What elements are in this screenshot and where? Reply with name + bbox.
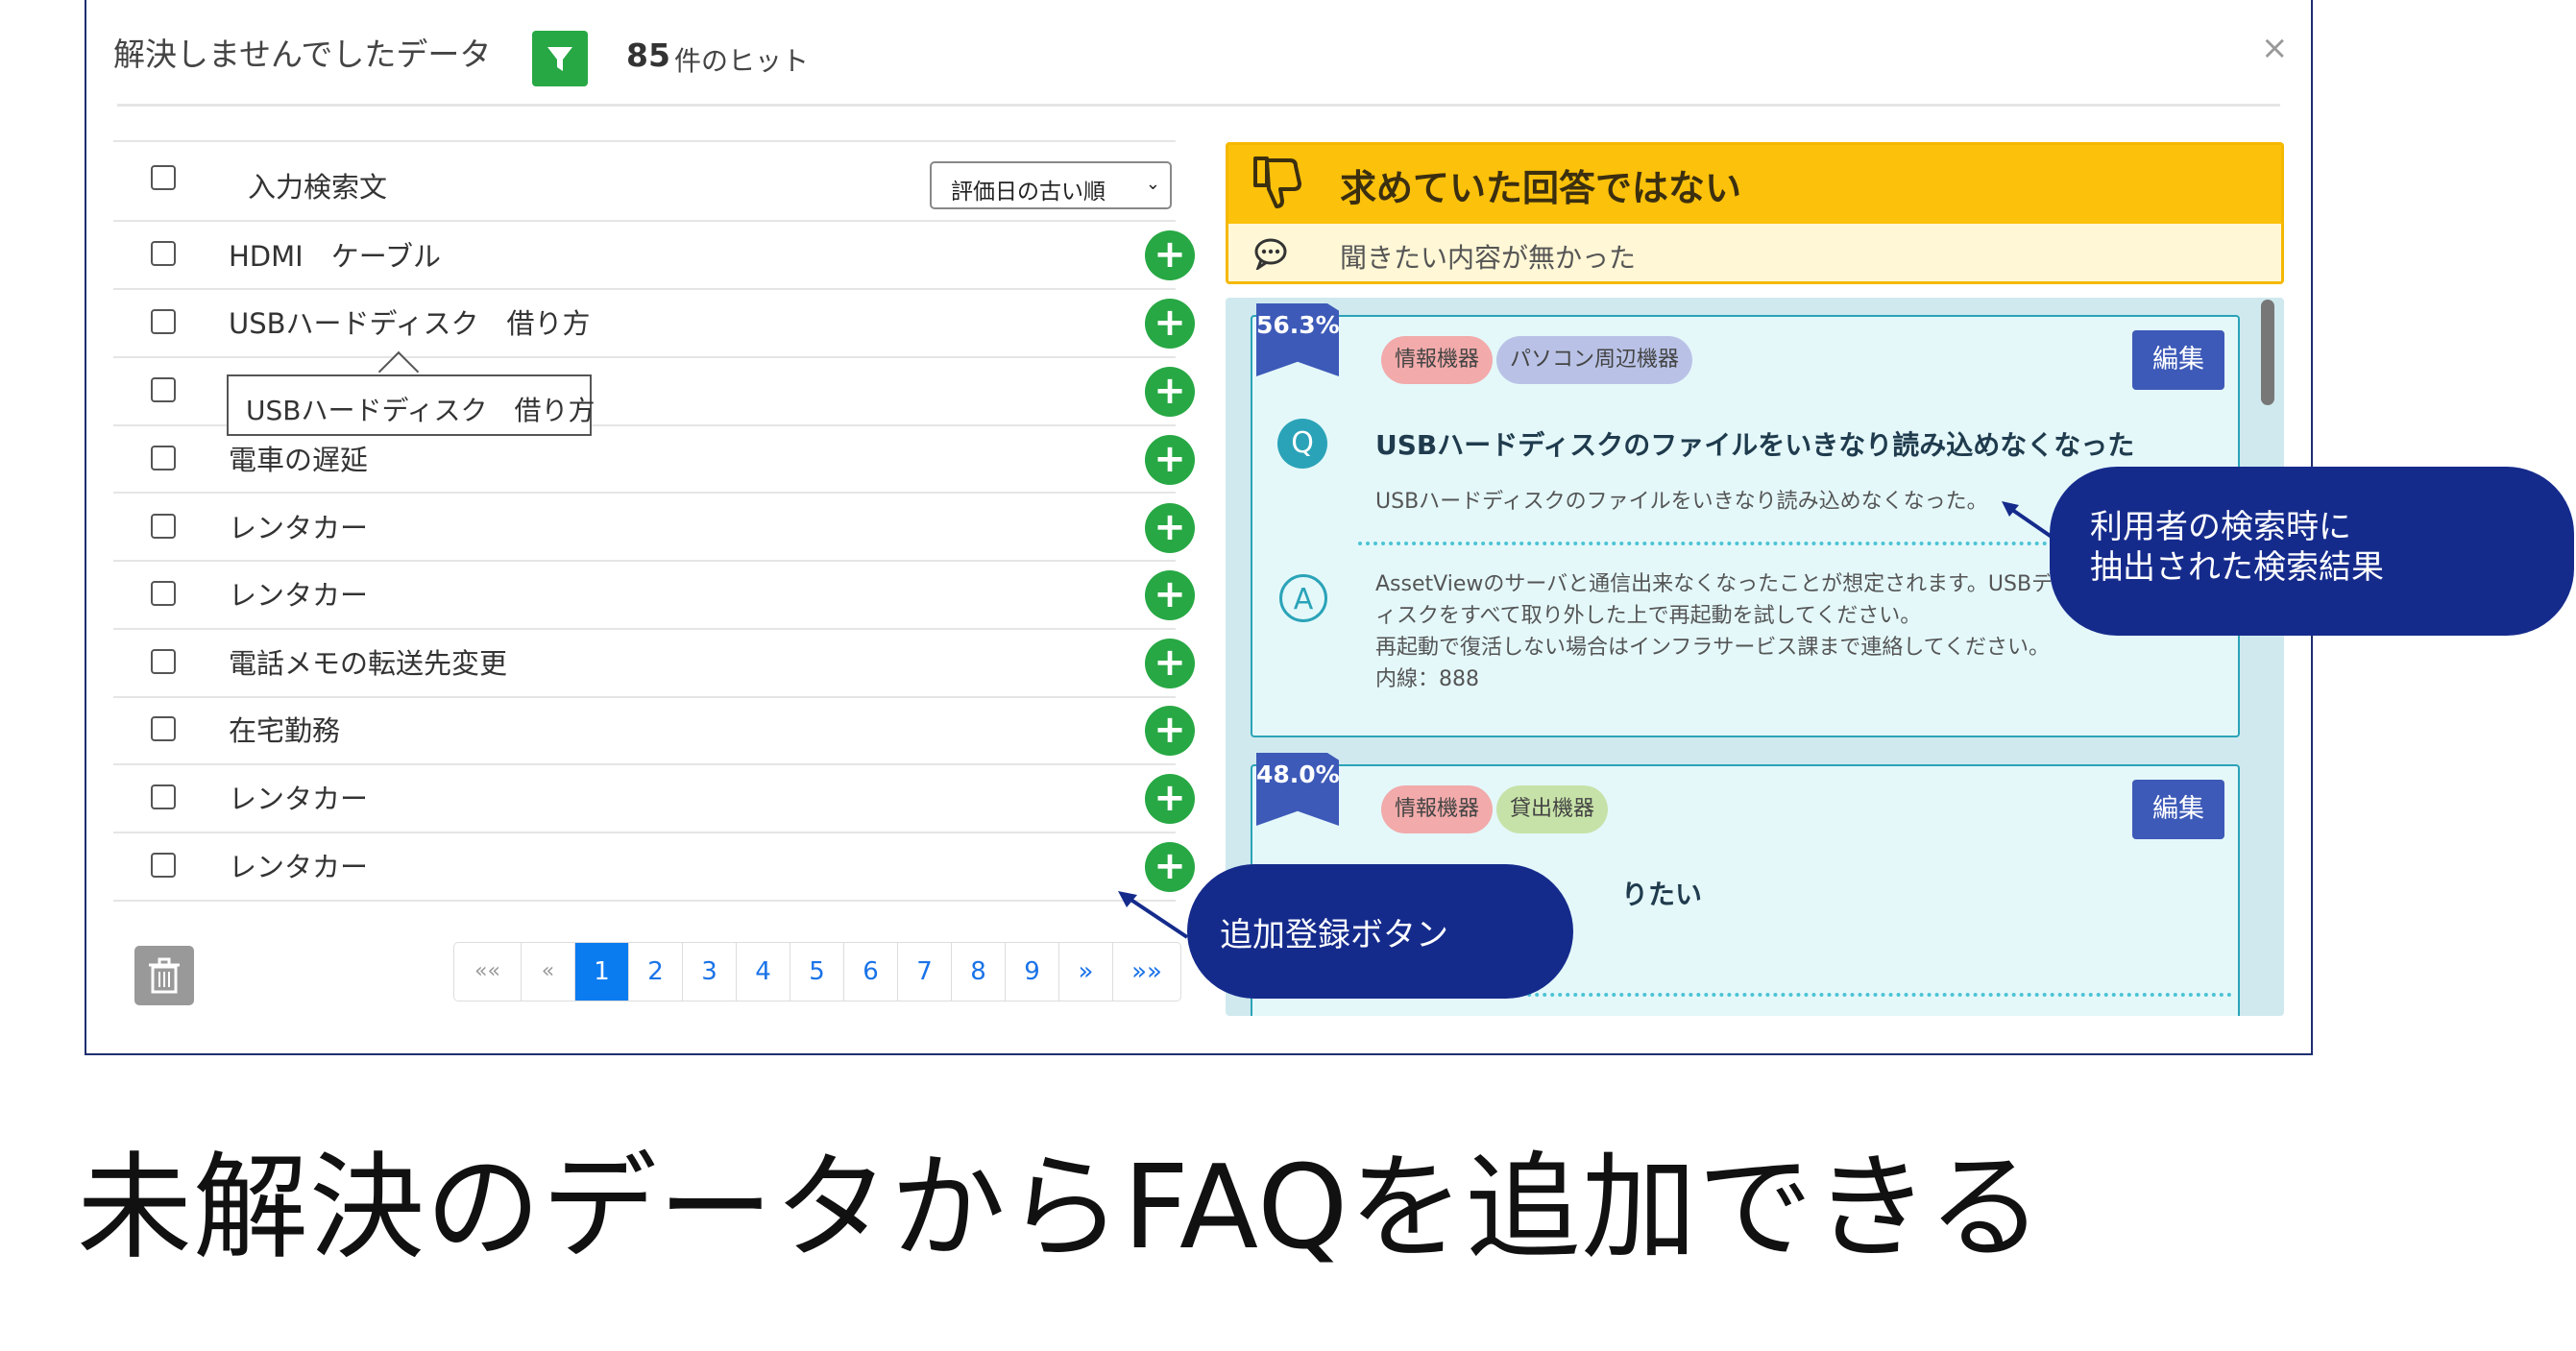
chevron-down-icon: ⌄ [1145, 174, 1160, 194]
page-8[interactable]: 8 [952, 943, 1006, 1001]
feedback-title: 求めていた回答ではない [1340, 167, 1742, 209]
page-4[interactable]: 4 [737, 943, 790, 1001]
question-title[interactable]: USBハードディスクのファイルをいきなり読み込めなくなった [1375, 424, 2134, 463]
edit-button[interactable]: 編集 [2132, 780, 2224, 839]
row-query-text: 電話メモの転送先変更 [229, 647, 508, 680]
add-faq-button[interactable]: + [1145, 367, 1195, 417]
page-7[interactable]: 7 [898, 943, 952, 1001]
row-divider [113, 356, 1176, 358]
trash-icon [149, 957, 180, 994]
row-divider [113, 763, 1176, 765]
header-divider-bottom [113, 220, 1176, 222]
comment-icon [1254, 238, 1287, 270]
row-checkbox[interactable] [151, 649, 176, 674]
question-title[interactable]: りたい [1621, 874, 1702, 912]
add-faq-button[interactable]: + [1145, 639, 1195, 688]
delete-button[interactable] [134, 946, 194, 1005]
row-checkbox[interactable] [151, 784, 176, 809]
row-checkbox[interactable] [151, 514, 176, 539]
page-5[interactable]: 5 [790, 943, 844, 1001]
feedback-reason: 聞きたい内容が無かった [1340, 242, 1637, 274]
add-faq-button[interactable]: + [1145, 230, 1195, 280]
answer-icon: A [1279, 574, 1327, 622]
modal-title: 解決しませんでしたデータ [113, 36, 492, 73]
row-query-text: 在宅勤務 [229, 714, 341, 747]
answer-line: 内線：888 [1375, 667, 1479, 691]
callout-add-button: 追加登録ボタン [1187, 864, 1573, 999]
row-query-text: 電車の遅延 [229, 444, 369, 476]
page-next[interactable]: » [1059, 943, 1113, 1001]
add-faq-button[interactable]: + [1145, 774, 1195, 824]
slide-caption: 未解決のデータからFAQを追加できる [77, 1142, 2045, 1275]
column-header-query: 入力検索文 [248, 171, 388, 204]
callout-line: 利用者の検索時に [2090, 508, 2351, 546]
answer-line: AssetViewのサーバと通信出来なくなったことが想定されます。USBデ [1375, 572, 2054, 596]
feedback-panel: 求めていた回答ではない 聞きたい内容が無かった [1226, 142, 2284, 284]
answer-line: 再起動で復活しない場合はインフラサービス課まで連絡してください。 [1375, 636, 2051, 660]
row-checkbox[interactable] [151, 377, 176, 402]
filter-icon [547, 47, 572, 71]
row-query-text: HDMI ケーブル [229, 240, 441, 273]
page-prev[interactable]: « [522, 943, 575, 1001]
hit-count-suffix: 件のヒット [674, 45, 810, 77]
page-1[interactable]: 1 [575, 943, 629, 1001]
add-faq-button[interactable]: + [1145, 435, 1195, 485]
edit-button[interactable]: 編集 [2132, 330, 2224, 390]
page-3[interactable]: 3 [683, 943, 737, 1001]
page-first[interactable]: «« [454, 943, 522, 1001]
row-tooltip: USBハードディスク 借り方 [227, 374, 595, 436]
thumbs-down-icon [1253, 157, 1301, 208]
row-divider [113, 560, 1176, 562]
category-tag: 情報機器 [1381, 336, 1494, 384]
row-checkbox[interactable] [151, 716, 176, 741]
question-text: USBハードディスクのファイルをいきなり読み込めなくなった。 [1375, 490, 1988, 514]
row-checkbox[interactable] [151, 446, 176, 470]
row-query-text: レンタカー [229, 579, 369, 612]
row-divider [113, 696, 1176, 698]
callout-line: 抽出された検索結果 [2090, 548, 2384, 587]
add-faq-button[interactable]: + [1145, 570, 1195, 620]
results-scrollbar[interactable] [2261, 300, 2274, 405]
answer-line: ィスクをすべて取り外した上で再起動を試してください。 [1375, 604, 1922, 628]
add-faq-button[interactable]: + [1145, 503, 1195, 553]
row-checkbox[interactable] [151, 581, 176, 606]
sort-select-value: 評価日の古い順 [951, 180, 1106, 205]
answer-text: AssetViewのサーバと通信出来なくなったことが想定されます。USBデ ィス… [1375, 568, 2053, 695]
add-faq-button[interactable]: + [1145, 842, 1195, 892]
category-tag: 貸出機器 [1496, 785, 1609, 833]
page-last[interactable]: »» [1113, 943, 1180, 1001]
row-query-text: レンタカー [229, 783, 369, 815]
callout-arrow [1118, 891, 1189, 939]
page-6[interactable]: 6 [844, 943, 898, 1001]
callout-search-result: 利用者の検索時に 抽出された検索結果 [2050, 467, 2574, 636]
pagination: «« « 1 2 3 4 5 6 7 8 9 » »» [453, 942, 1181, 1001]
row-query-text: USBハードディスク 借り方 [229, 307, 591, 340]
select-all-checkbox[interactable] [151, 165, 176, 190]
page-9[interactable]: 9 [1006, 943, 1059, 1001]
row-checkbox[interactable] [151, 853, 176, 878]
category-tag: 情報機器 [1381, 785, 1494, 833]
row-divider [113, 288, 1176, 290]
question-icon: Q [1277, 419, 1327, 469]
page-2[interactable]: 2 [629, 943, 683, 1001]
category-tag: パソコン周辺機器 [1496, 336, 1693, 384]
row-divider [113, 900, 1176, 902]
row-divider [113, 832, 1176, 833]
add-faq-button[interactable]: + [1145, 299, 1195, 349]
sort-select[interactable]: 評価日の古い順 ⌄ [930, 161, 1172, 209]
header-divider [113, 140, 1176, 142]
hit-count: 85 [626, 36, 670, 74]
add-faq-button[interactable]: + [1145, 706, 1195, 756]
title-divider [117, 104, 2280, 107]
row-query-text: レンタカー [229, 512, 369, 544]
close-button[interactable]: × [2261, 29, 2289, 67]
row-divider [113, 628, 1176, 630]
row-divider [113, 492, 1176, 494]
row-checkbox[interactable] [151, 241, 176, 266]
row-checkbox[interactable] [151, 309, 176, 334]
filter-button[interactable] [532, 31, 588, 86]
row-query-text: レンタカー [229, 851, 369, 883]
feedback-header: 求めていた回答ではない [1228, 145, 2281, 224]
